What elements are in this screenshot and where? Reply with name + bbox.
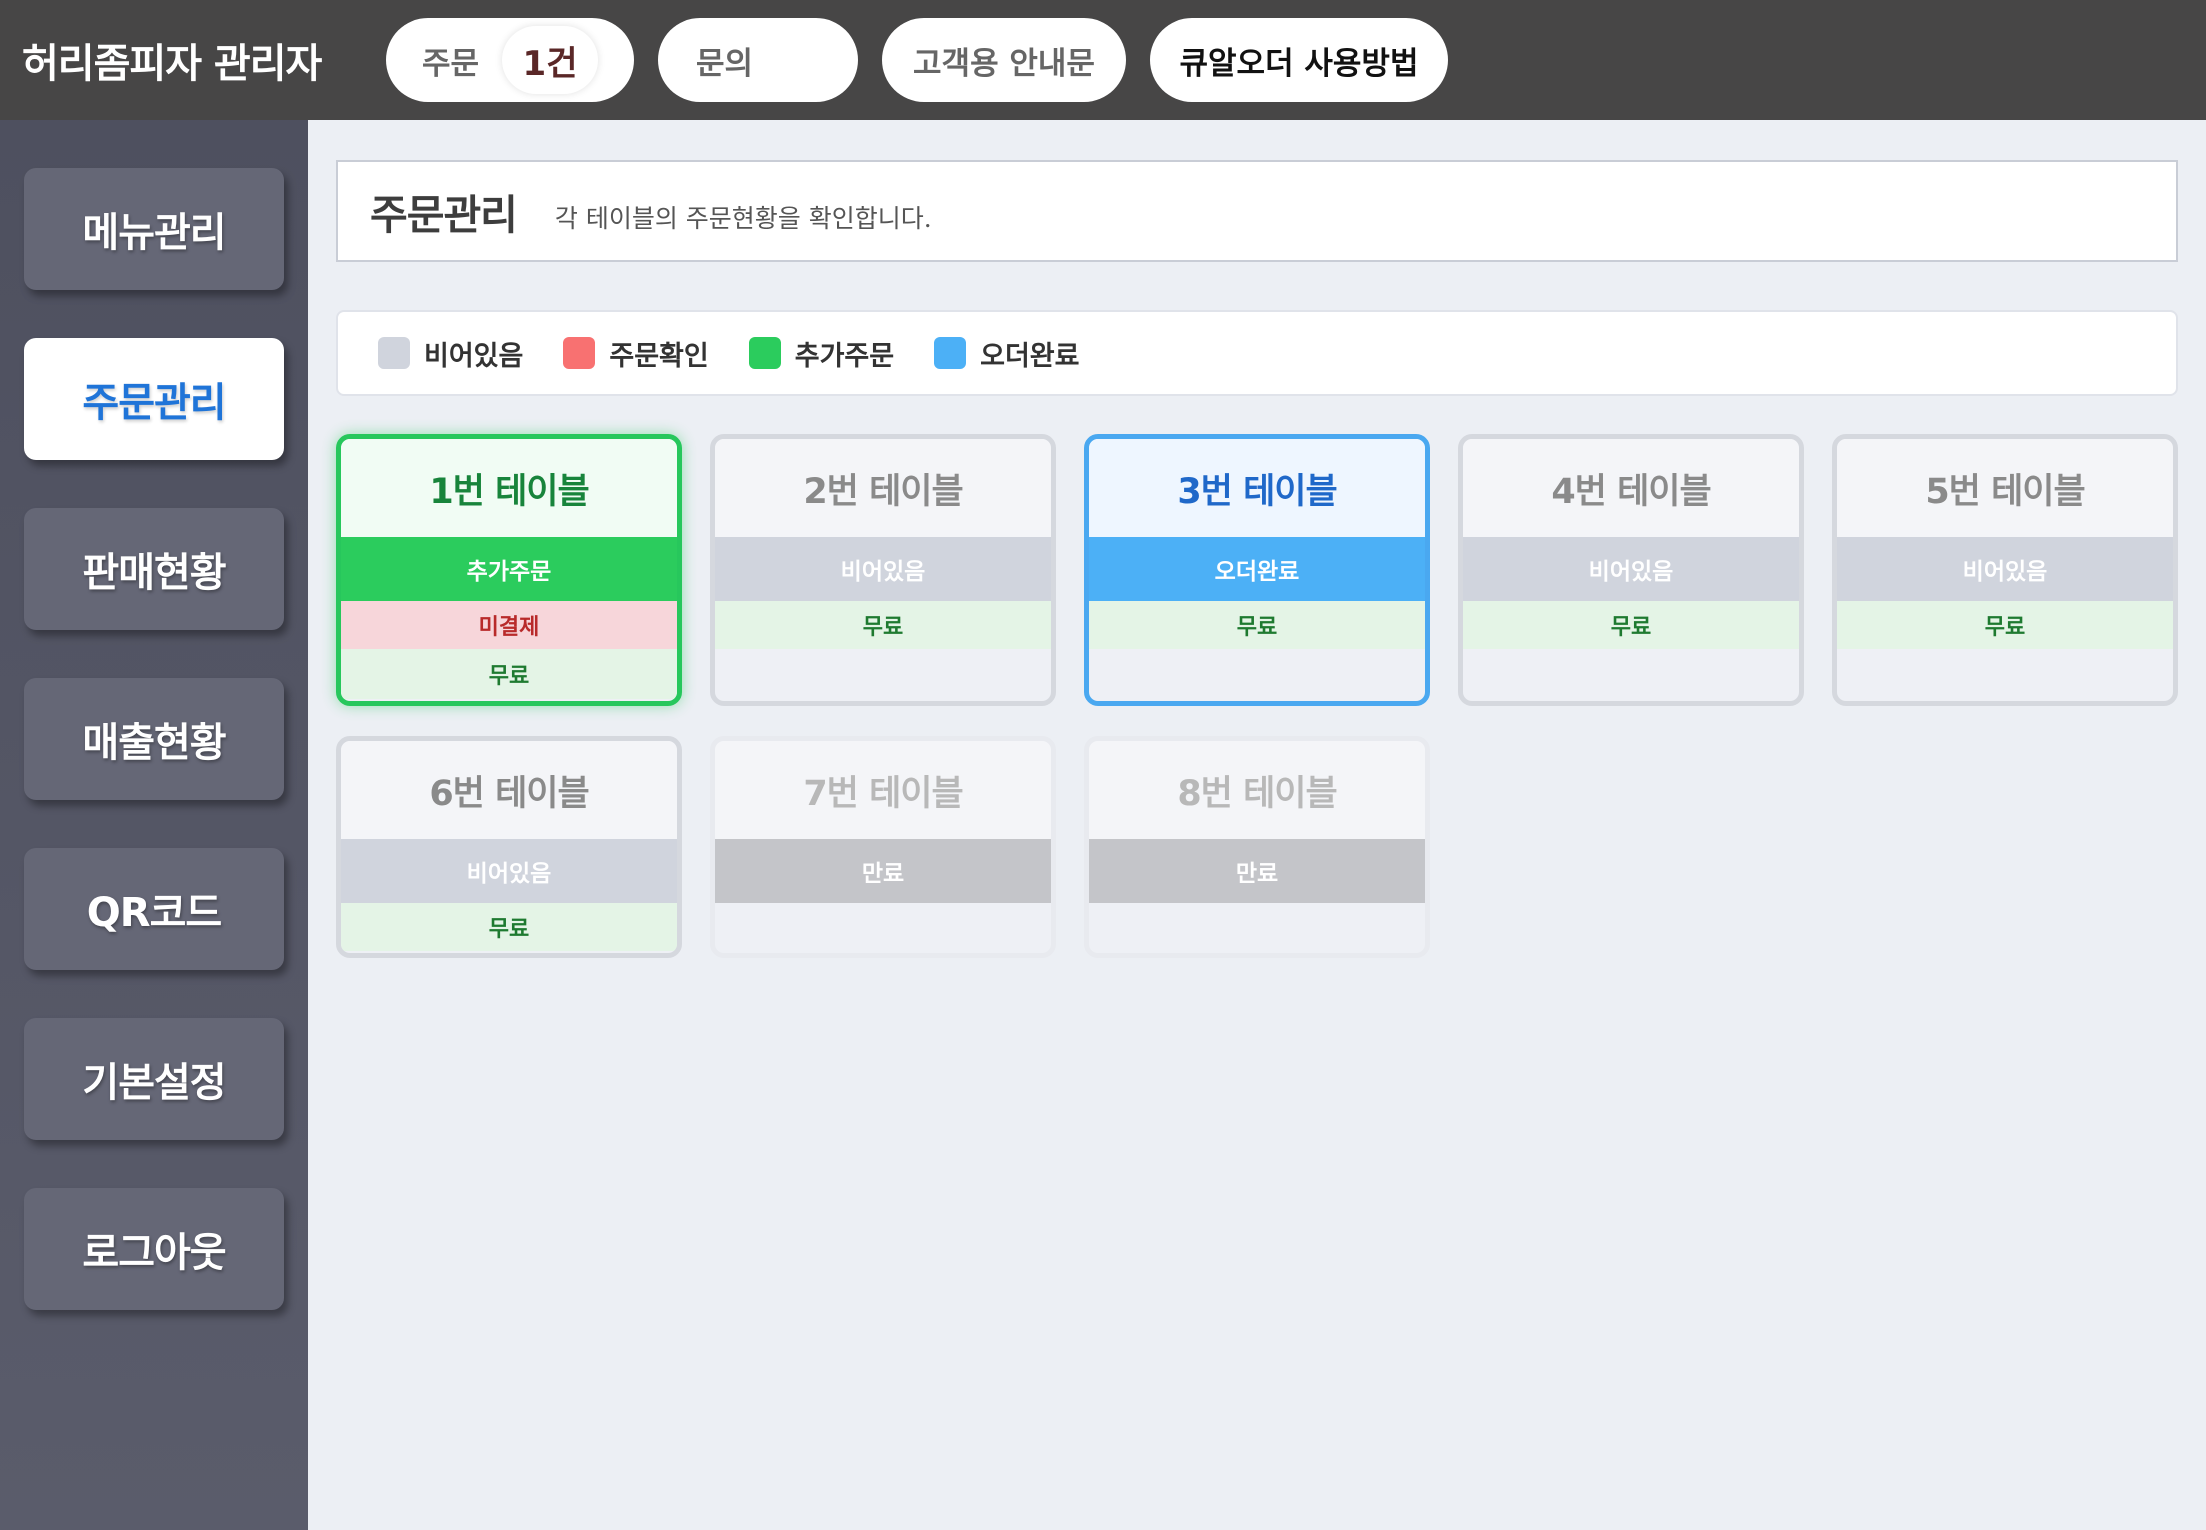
table-status: 만료 <box>1089 839 1425 903</box>
legend-swatch <box>378 337 410 369</box>
sidebar-item-label: 주문관리 <box>82 380 226 426</box>
table-status: 비어있음 <box>1837 537 2173 601</box>
legend-item-order-done: 오더완료 <box>934 334 1080 373</box>
plan-badge: 무료 <box>341 649 677 699</box>
sidebar-item-label: 매출현황 <box>82 720 226 766</box>
legend-label: 추가주문 <box>794 340 895 372</box>
sidebar-item-menu-management[interactable]: 메뉴관리 <box>24 168 284 290</box>
plan-badge: 무료 <box>341 903 677 951</box>
table-name: 3번 테이블 <box>1089 439 1425 537</box>
legend-swatch <box>934 337 967 369</box>
orders-count-badge: 1건 <box>502 26 598 94</box>
legend-item-empty: 비어있음 <box>378 334 523 373</box>
plan-badge: 무료 <box>1089 601 1425 649</box>
table-card-6[interactable]: 6번 테이블 비어있음 무료 <box>336 736 682 958</box>
inquiry-button[interactable]: 문의 <box>658 18 858 102</box>
table-status: 비어있음 <box>715 537 1051 601</box>
table-status: 비어있음 <box>1463 537 1799 601</box>
sidebar-item-sales-status[interactable]: 판매현황 <box>24 508 284 630</box>
customer-guide-button[interactable]: 고객용 안내문 <box>882 18 1126 102</box>
table-status: 비어있음 <box>341 839 677 903</box>
plan-badge: 무료 <box>715 601 1051 649</box>
app-title: 허리좀피자 관리자 <box>22 41 322 87</box>
table-status: 추가주문 <box>341 537 677 601</box>
page-header: 주문관리 각 테이블의 주문현황을 확인합니다. <box>336 160 2178 262</box>
qr-order-howto-label: 큐알오더 사용방법 <box>1179 45 1419 82</box>
sidebar-item-logout[interactable]: 로그아웃 <box>24 1188 284 1310</box>
table-name: 5번 테이블 <box>1837 439 2173 537</box>
table-card-4[interactable]: 4번 테이블 비어있음 무료 <box>1458 434 1804 706</box>
table-status: 만료 <box>715 839 1051 903</box>
sidebar-item-label: 메뉴관리 <box>82 210 226 256</box>
sidebar: 메뉴관리 주문관리 판매현황 매출현황 QR코드 기본설정 로그아웃 <box>0 120 308 1530</box>
table-card-5[interactable]: 5번 테이블 비어있음 무료 <box>1832 434 2178 706</box>
qr-order-howto-button[interactable]: 큐알오더 사용방법 <box>1150 18 1448 102</box>
customer-guide-label: 고객용 안내문 <box>913 45 1095 82</box>
sidebar-item-label: 기본설정 <box>82 1060 226 1106</box>
orders-label: 주문 <box>422 45 480 82</box>
legend-item-order-confirm: 주문확인 <box>563 334 709 373</box>
legend-swatch <box>563 337 596 369</box>
sidebar-item-order-management[interactable]: 주문관리 <box>24 338 284 460</box>
table-card-3[interactable]: 3번 테이블 오더완료 무료 <box>1084 434 1430 706</box>
inquiry-label: 문의 <box>696 45 754 82</box>
table-name: 8번 테이블 <box>1089 741 1425 839</box>
table-name: 7번 테이블 <box>715 741 1051 839</box>
sidebar-item-basic-settings[interactable]: 기본설정 <box>24 1018 284 1140</box>
table-card-1[interactable]: 1번 테이블 추가주문 미결제 무료 <box>336 434 682 706</box>
table-card-8[interactable]: 8번 테이블 만료 <box>1084 736 1430 958</box>
plan-badge: 무료 <box>1837 601 2173 649</box>
payment-status: 미결제 <box>341 601 677 649</box>
page-description: 각 테이블의 주문현황을 확인합니다. <box>554 204 932 233</box>
table-name: 2번 테이블 <box>715 439 1051 537</box>
top-bar: 허리좀피자 관리자 주문 1건 문의 고객용 안내문 큐알오더 사용방법 <box>0 0 2206 120</box>
legend-item-added-order: 추가주문 <box>748 334 895 373</box>
page-title: 주문관리 <box>370 191 518 239</box>
legend-label: 비어있음 <box>424 340 524 372</box>
plan-badge: 무료 <box>1463 601 1799 649</box>
table-name: 4번 테이블 <box>1463 439 1799 537</box>
legend-label: 오더완료 <box>980 340 1080 372</box>
legend-swatch <box>748 337 781 369</box>
table-status: 오더완료 <box>1089 537 1425 601</box>
table-card-2[interactable]: 2번 테이블 비어있음 무료 <box>710 434 1056 706</box>
table-card-7[interactable]: 7번 테이블 만료 <box>710 736 1056 958</box>
sidebar-item-label: 판매현황 <box>82 550 226 596</box>
status-legend: 비어있음 주문확인 추가주문 오더완료 <box>336 310 2178 396</box>
sidebar-item-label: 로그아웃 <box>82 1230 226 1276</box>
sidebar-item-label: QR코드 <box>86 890 222 936</box>
legend-label: 주문확인 <box>609 340 709 372</box>
table-name: 1번 테이블 <box>341 439 677 537</box>
orders-button[interactable]: 주문 1건 <box>386 18 634 102</box>
sidebar-item-revenue-status[interactable]: 매출현황 <box>24 678 284 800</box>
table-name: 6번 테이블 <box>341 741 677 839</box>
sidebar-item-qr-code[interactable]: QR코드 <box>24 848 284 970</box>
